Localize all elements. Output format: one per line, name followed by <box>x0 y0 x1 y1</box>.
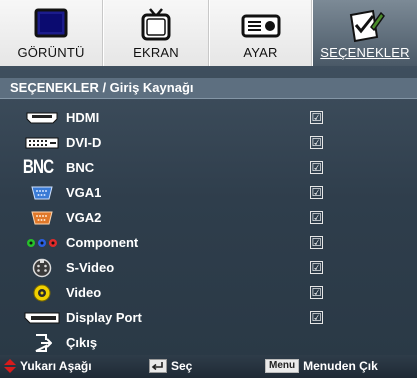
bnc-icon-text: BNC <box>22 157 54 178</box>
checkbox[interactable]: ☑ <box>310 236 323 249</box>
dvi-icon <box>24 133 60 153</box>
bnc-icon: BNC <box>20 157 56 178</box>
checkbox[interactable]: ☑ <box>310 161 323 174</box>
breadcrumb: SEÇENEKLER / Giriş Kaynağı <box>0 78 417 98</box>
source-row-hdmi[interactable]: HDMI ☑ <box>0 106 417 130</box>
source-label: DVI-D <box>66 135 102 150</box>
source-row-vga2[interactable]: VGA2 ☑ <box>0 206 417 230</box>
displayport-icon <box>24 308 60 328</box>
up-down-arrow-icon <box>4 359 16 373</box>
checkbox[interactable]: ☑ <box>310 311 323 324</box>
vga1-icon <box>24 183 60 203</box>
source-label: BNC <box>66 160 95 175</box>
tab-label: AYAR <box>243 45 278 60</box>
help-menu: Menu Menuden Çık <box>265 359 378 373</box>
source-label: Video <box>66 285 102 300</box>
component-icon <box>24 233 60 253</box>
checkbox[interactable]: ☑ <box>310 286 323 299</box>
hdmi-icon <box>24 108 60 128</box>
tab-label: EKRAN <box>133 45 179 60</box>
tab-ayar[interactable]: AYAR <box>210 0 312 66</box>
enter-key-icon <box>149 359 167 373</box>
source-label: S-Video <box>66 260 115 275</box>
exit-row[interactable]: Çıkış <box>0 331 417 355</box>
exit-icon <box>24 333 60 353</box>
tv-icon <box>141 8 171 41</box>
projector-icon <box>241 14 280 38</box>
menu-tab-bar: GÖRÜNTÜ EKRAN AYAR SEÇENEKLER <box>0 0 417 66</box>
source-row-dvi-d[interactable]: DVI-D ☑ <box>0 131 417 155</box>
checkbox[interactable]: ☑ <box>310 136 323 149</box>
menu-key-icon: Menu <box>265 359 300 373</box>
source-label: VGA1 <box>66 185 102 200</box>
help-select: Seç <box>149 359 192 373</box>
source-row-video[interactable]: Video ☑ <box>0 281 417 305</box>
checkbox[interactable]: ☑ <box>310 211 323 224</box>
svideo-icon <box>24 258 60 278</box>
source-row-bnc[interactable]: BNC BNC ☑ <box>0 156 417 180</box>
breadcrumb-text: SEÇENEKLER / Giriş Kaynağı <box>10 80 194 95</box>
source-label: VGA2 <box>66 210 102 225</box>
source-row-display-port[interactable]: Display Port ☑ <box>0 306 417 330</box>
help-menu-label: Menuden Çık <box>303 359 378 373</box>
source-label: HDMI <box>66 110 100 125</box>
source-row-s-video[interactable]: S-Video ☑ <box>0 256 417 280</box>
options-icon <box>349 9 385 43</box>
help-nav: Yukarı Aşağı <box>4 359 92 373</box>
checkbox[interactable]: ☑ <box>310 261 323 274</box>
checkbox[interactable]: ☑ <box>310 186 323 199</box>
video-icon <box>24 283 60 303</box>
help-bar: Yukarı Aşağı Seç Menu Menuden Çık <box>0 355 417 378</box>
display-icon <box>34 8 68 38</box>
exit-label: Çıkış <box>66 335 98 350</box>
source-label: Display Port <box>66 310 142 325</box>
tab-secenekler[interactable]: SEÇENEKLER <box>313 0 417 66</box>
source-row-vga1[interactable]: VGA1 ☑ <box>0 181 417 205</box>
help-nav-label: Yukarı Aşağı <box>20 359 92 373</box>
tab-label: SEÇENEKLER <box>320 45 410 60</box>
help-select-label: Seç <box>171 359 193 373</box>
source-label: Component <box>66 235 139 250</box>
options-panel: SEÇENEKLER / Giriş Kaynağı HDMI ☑ DVI-D <box>0 66 417 360</box>
source-row-component[interactable]: Component ☑ <box>0 231 417 255</box>
tab-goruntu[interactable]: GÖRÜNTÜ <box>0 0 103 66</box>
vga2-icon <box>24 208 60 228</box>
checkbox[interactable]: ☑ <box>310 111 323 124</box>
divider <box>0 98 417 99</box>
tab-label: GÖRÜNTÜ <box>17 45 85 60</box>
tab-ekran[interactable]: EKRAN <box>104 0 209 66</box>
